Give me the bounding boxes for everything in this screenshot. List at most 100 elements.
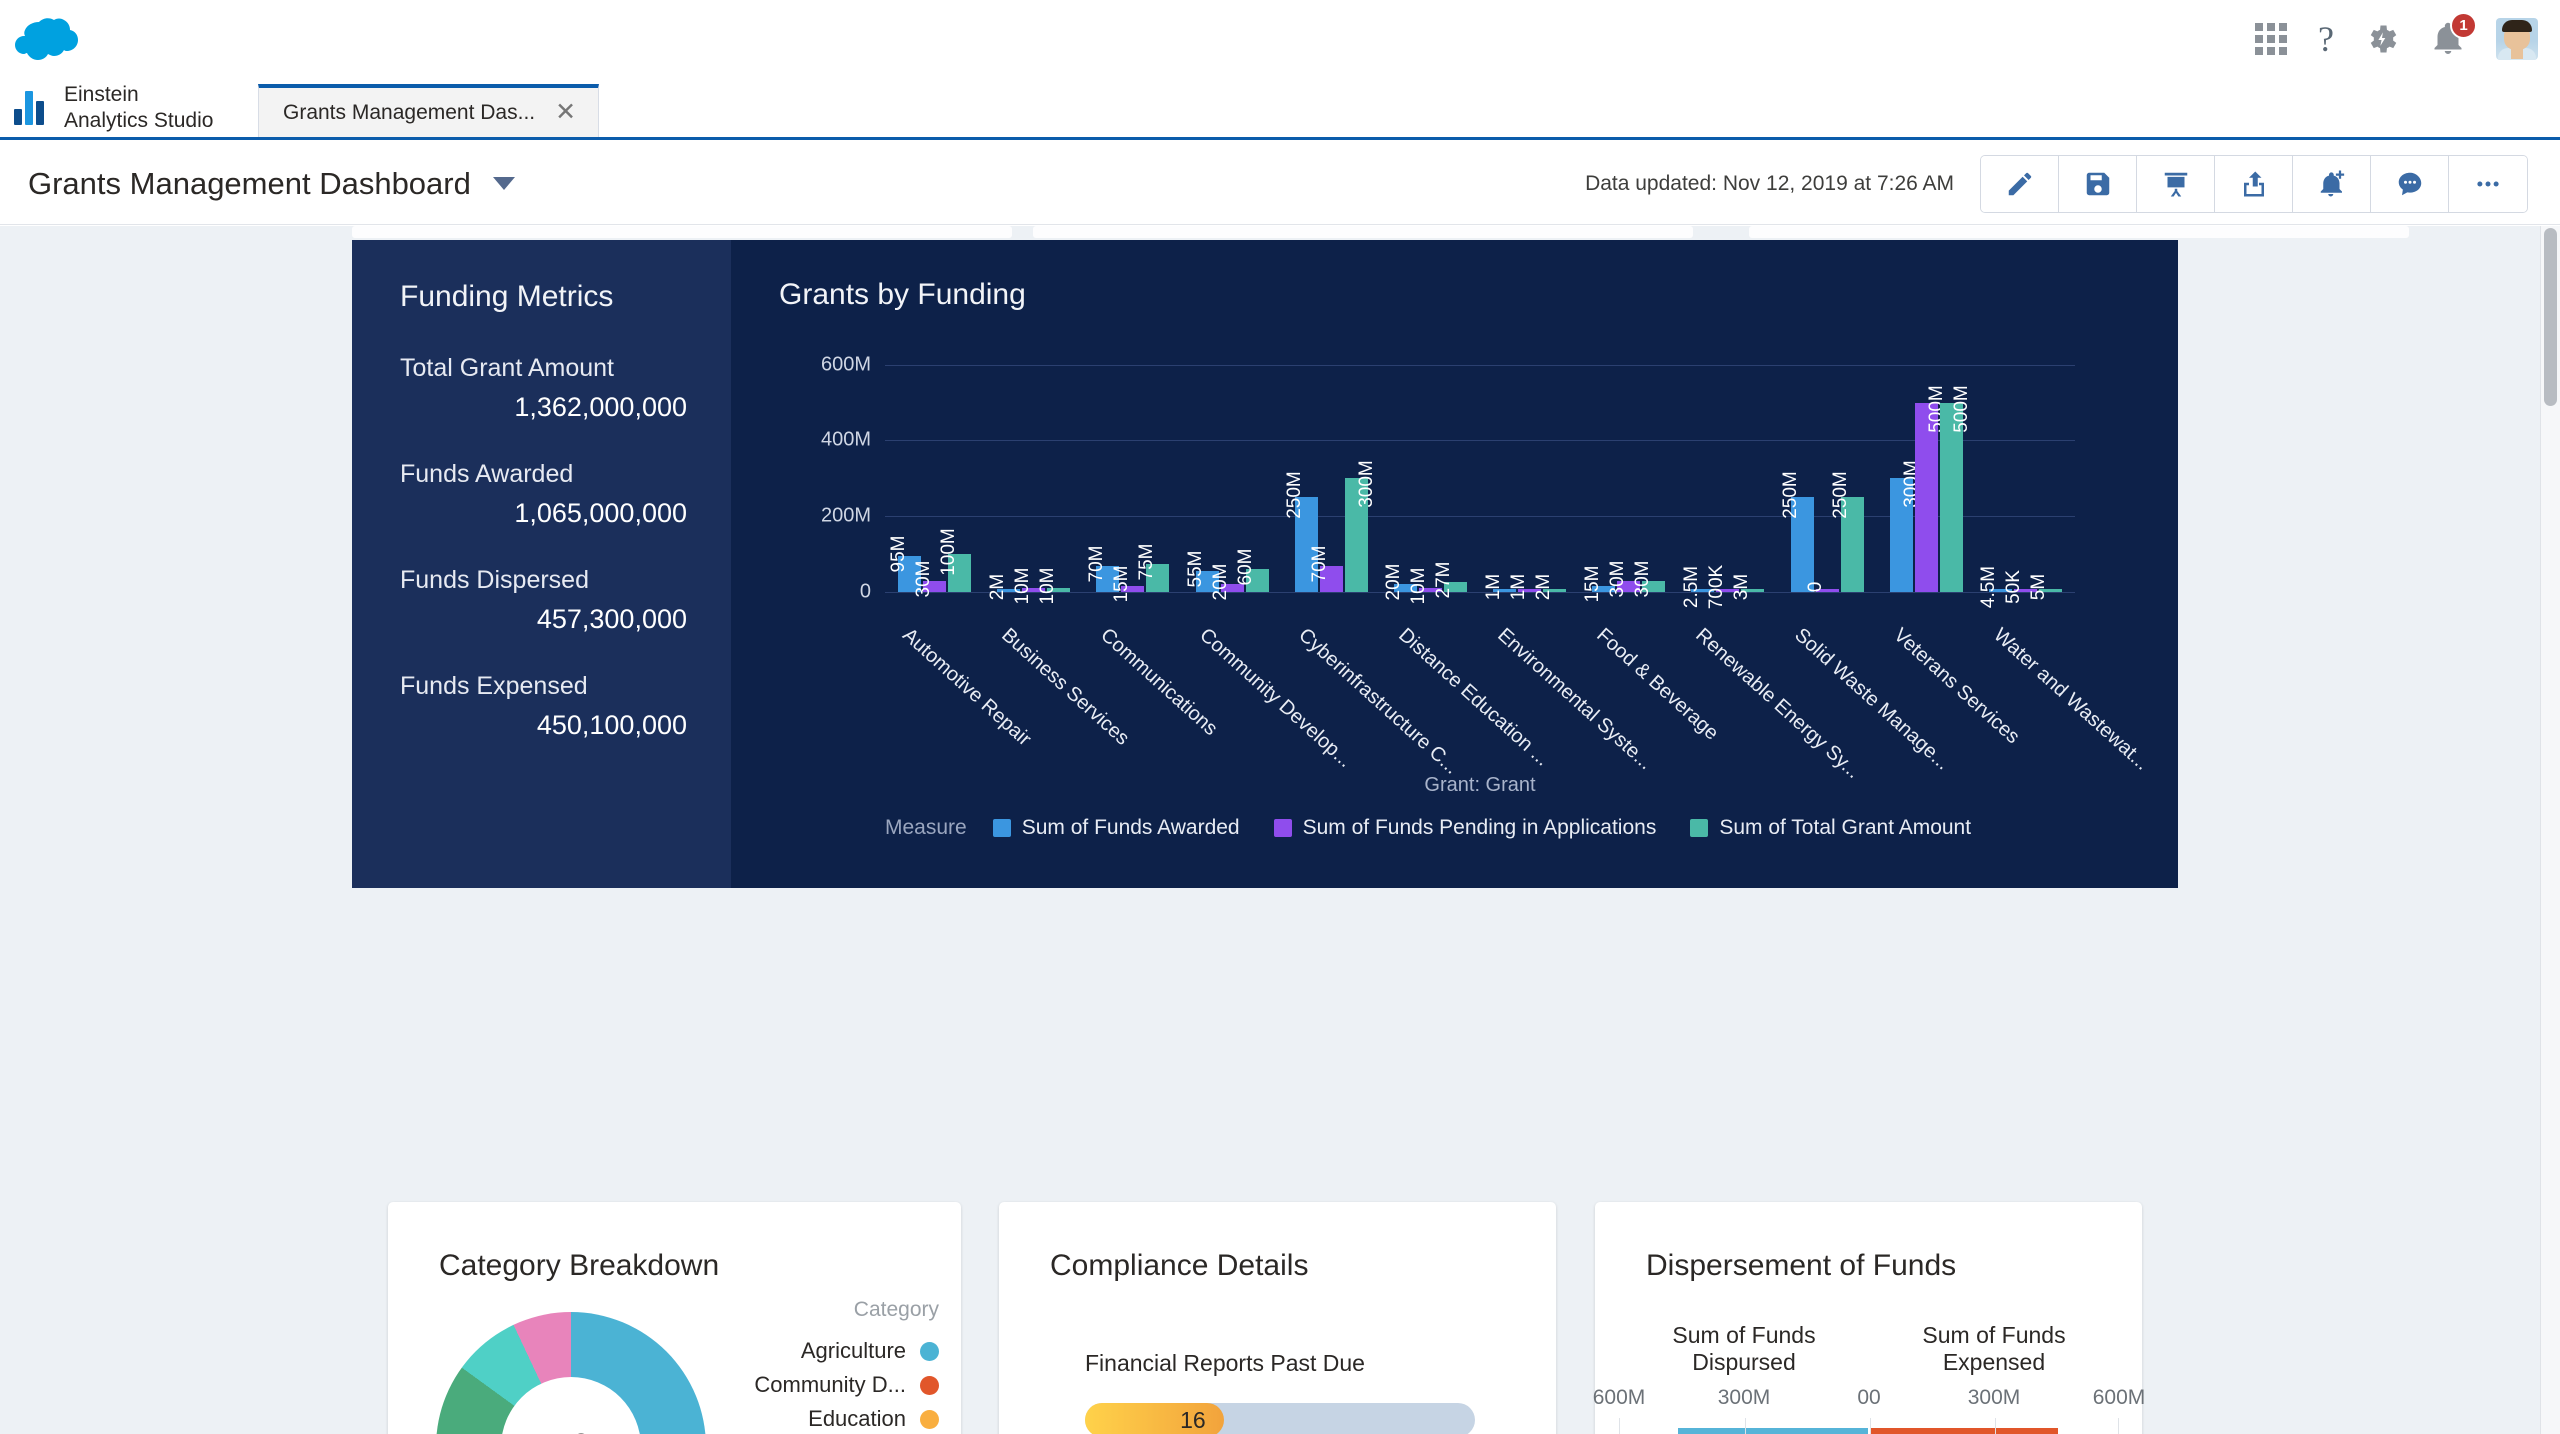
bar[interactable]: 250M — [1830, 472, 1864, 592]
metric-funds-expensed[interactable]: Funds Expensed 450,100,000 — [400, 672, 731, 741]
chevron-down-icon[interactable] — [492, 177, 515, 190]
gauge-fill: 16 — [1085, 1403, 1224, 1434]
analytics-bars-icon — [14, 90, 50, 125]
bar[interactable]: 75M — [1136, 543, 1170, 592]
y-axis-tick: 0 — [859, 580, 871, 603]
bar[interactable]: 2M — [1533, 574, 1567, 600]
x-axis-tick-label[interactable]: Cyberinfrastructure C... — [1294, 624, 1463, 779]
bar[interactable]: 20M — [1210, 564, 1244, 601]
donut-legend-item[interactable]: Community D... — [743, 1368, 939, 1402]
bar-value-label: 1M — [1507, 573, 1529, 601]
legend-title: Measure — [885, 816, 967, 839]
chat-bubble-icon — [2398, 172, 2421, 195]
presentation-button[interactable] — [2137, 155, 2215, 212]
x-axis-tick-label[interactable]: Water and Wastewat... — [1988, 624, 2153, 775]
funding-metrics-widget: Funding Metrics Total Grant Amount 1,362… — [352, 240, 731, 888]
bar-value-label: 20M — [1210, 563, 1232, 601]
metric-label: Funds Awarded — [400, 460, 574, 488]
notification-badge: 1 — [2450, 12, 2477, 39]
chart-legend[interactable]: Measure Sum of Funds Awarded Sum of Funds … — [885, 816, 2125, 840]
butterfly-header-right: Sum of Funds Expensed — [1922, 1322, 2066, 1375]
more-button[interactable] — [2449, 155, 2527, 212]
bar[interactable]: 5M — [2028, 574, 2062, 600]
bar-plot-area: 0 200M 400M 600M 95M 30M 100M 2M 10M 10M 70M 15M 75… — [821, 342, 2075, 609]
grants-by-funding-chart[interactable]: 0 200M 400M 600M 95M 30M 100M 2M 10M 10M 70M 15M 75… — [731, 312, 2178, 839]
bar[interactable]: 60M — [1235, 549, 1269, 592]
donut-legend-item[interactable]: Agriculture — [743, 1334, 939, 1368]
grants-by-funding-title: Grants by Funding — [779, 278, 1026, 311]
bar-value-label: 15M — [1110, 565, 1132, 603]
bar-group: 55M 20M 60M — [1183, 342, 1282, 601]
legend-item[interactable]: Sum of Total Grant Amount — [1690, 816, 1971, 840]
salesforce-cloud-logo[interactable] — [14, 16, 78, 62]
app-brand[interactable]: Einstein Analytics Studio — [0, 78, 258, 137]
vertical-scrollbar[interactable] — [2540, 226, 2560, 1434]
scrollbar-thumb[interactable] — [2544, 228, 2557, 406]
butterfly-bar-dispursed[interactable]: 457M — [1677, 1428, 1868, 1434]
bar[interactable]: 250M — [1780, 472, 1814, 592]
comments-button[interactable] — [2371, 155, 2449, 212]
save-button[interactable] — [2059, 155, 2137, 212]
subscribe-button[interactable] — [2293, 155, 2371, 212]
category-breakdown-widget: Category Breakdown 12 Category Agricultu… — [388, 1202, 961, 1434]
bar[interactable]: 3M — [1731, 574, 1765, 600]
close-icon[interactable]: ✕ — [555, 100, 576, 125]
donut-legend-label: Community D... — [754, 1372, 906, 1397]
bar[interactable]: 10M — [1037, 568, 1071, 605]
bar[interactable]: 300M — [1344, 461, 1377, 592]
metric-value: 457,300,000 — [536, 604, 687, 634]
edit-button[interactable] — [1981, 155, 2059, 212]
setup-gear-icon[interactable] — [2364, 21, 2400, 57]
butterfly-gridline — [1995, 1418, 1996, 1434]
donut-chart[interactable]: 12 — [436, 1312, 718, 1434]
donut-ring[interactable]: 12 — [436, 1312, 706, 1434]
bar-value-label: 250M — [1284, 471, 1306, 520]
avatar[interactable] — [2496, 18, 2538, 60]
share-button[interactable] — [2215, 155, 2293, 212]
butterfly-chart[interactable]: Sum of Funds Dispursed Sum of Funds Expe… — [1593, 1322, 2145, 1434]
app-launcher-icon[interactable] — [2254, 22, 2288, 56]
bar[interactable]: 70M — [1309, 545, 1343, 592]
bar-value-label: 95M — [887, 535, 909, 573]
x-axis-tick-label[interactable]: Renewable Energy Sy... — [1691, 624, 1864, 784]
legend-swatch — [1690, 819, 1709, 837]
bar[interactable]: 30M — [1632, 560, 1666, 597]
butterfly-tick: 600M — [2092, 1386, 2146, 1409]
bar[interactable]: 100M — [938, 528, 972, 592]
bar[interactable]: 0 — [1805, 582, 1839, 592]
metric-funds-awarded[interactable]: Funds Awarded 1,065,000,000 — [400, 460, 731, 529]
help-icon[interactable]: ? — [2318, 21, 2334, 57]
bar[interactable]: 300M — [1889, 461, 1922, 592]
bar-group: 20M 10M 27M — [1381, 342, 1480, 605]
metric-funds-dispersed[interactable]: Funds Dispersed 457,300,000 — [400, 566, 731, 635]
legend-label: Sum of Total Grant Amount — [1719, 816, 1972, 839]
metric-label: Funds Expensed — [400, 672, 588, 700]
compliance-details-title: Compliance Details — [1050, 1249, 1309, 1282]
gauge-financial-reports-past-due[interactable]: Financial Reports Past Due 16 — [1085, 1350, 1475, 1434]
donut-legend-item[interactable]: Education — [743, 1402, 939, 1434]
butterfly-gridline — [1745, 1418, 1746, 1434]
tab-label: Grants Management Das... — [283, 100, 536, 124]
bar[interactable]: 27M — [1433, 561, 1467, 598]
gauge-track: 16 — [1085, 1403, 1475, 1434]
bar-group: 250M 70M 300M — [1282, 342, 1381, 592]
bar[interactable]: 30M — [913, 560, 947, 597]
gridline — [885, 592, 2075, 593]
notifications-bell-icon[interactable]: 1 — [2430, 12, 2477, 57]
bar[interactable]: 15M — [1111, 566, 1145, 603]
butterfly-bar-expensed[interactable]: 450M — [1870, 1428, 2058, 1434]
bar[interactable]: 500M — [1914, 385, 1947, 592]
bar-value-label: 5M — [2028, 573, 2050, 601]
metric-total-grant-amount[interactable]: Total Grant Amount 1,362,000,000 — [400, 354, 731, 423]
clipped-widget-top-1 — [352, 226, 1012, 238]
bar[interactable]: 500M — [1939, 385, 1972, 592]
tab-grants-management-dashboard[interactable]: Grants Management Das... ✕ — [258, 84, 600, 137]
legend-item[interactable]: Sum of Funds Awarded — [992, 816, 1240, 840]
bar-value-label: 50K — [2003, 570, 2025, 604]
bar-group: 2M 10M 10M — [984, 342, 1083, 605]
donut-legend-dot — [920, 1375, 939, 1395]
bar-value-label: 2M — [1532, 573, 1554, 601]
app-tab-bar: Einstein Analytics Studio Grants Managem… — [0, 78, 2560, 140]
bar-value-label: 30M — [912, 560, 934, 598]
legend-item[interactable]: Sum of Funds Pending in Applications — [1273, 816, 1656, 840]
